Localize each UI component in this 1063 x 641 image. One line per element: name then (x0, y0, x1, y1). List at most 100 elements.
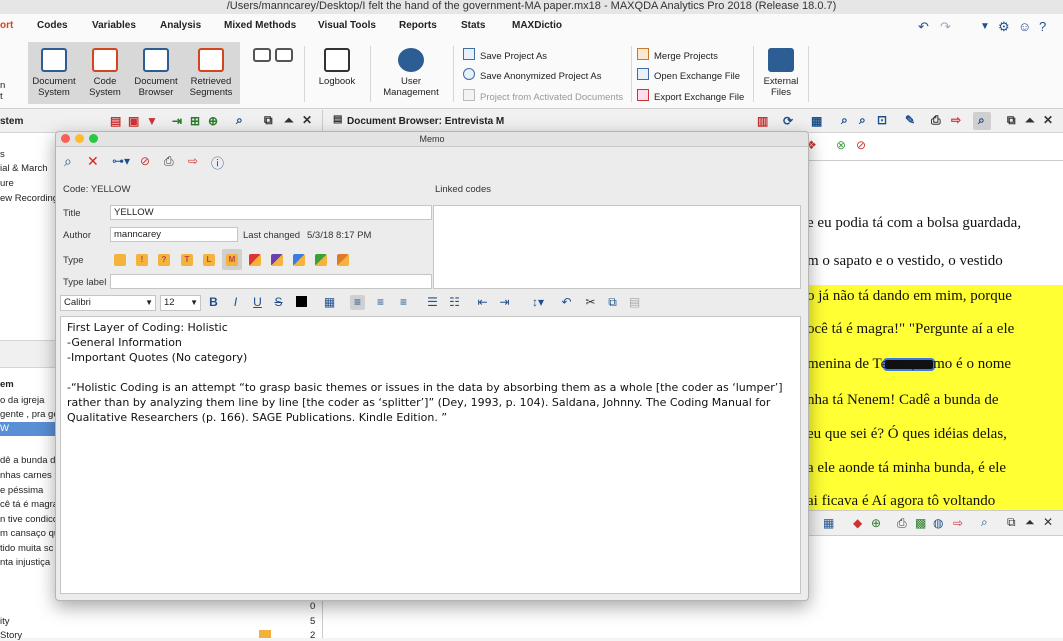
add-subcode-icon[interactable]: ⊕ (208, 114, 218, 128)
text-color-button[interactable] (294, 295, 309, 310)
edit-icon[interactable]: ✎ (905, 113, 915, 127)
maximize-icon[interactable]: ⏶ (1025, 113, 1035, 128)
close-icon[interactable]: ✕ (1043, 113, 1053, 127)
outdent-button[interactable]: ⇤ (475, 295, 490, 310)
export-icon[interactable]: ⇨ (188, 154, 198, 168)
title-field[interactable]: YELLOW (110, 205, 432, 220)
excel-icon[interactable]: ▩ (915, 516, 926, 530)
list-item[interactable]: s (0, 149, 5, 160)
print-icon[interactable]: ⎙ (931, 113, 941, 128)
zoom-window-button[interactable] (89, 134, 98, 143)
paste-icon[interactable]: ▤ (627, 295, 642, 310)
filter-icon[interactable]: ⊕ (871, 516, 881, 530)
zoom-in-icon[interactable]: ⌕ (841, 113, 848, 128)
list-item[interactable]: gente , pra ge (0, 409, 59, 420)
logbook-button[interactable]: Logbook (312, 42, 362, 104)
numbered-list-button[interactable]: ☷ (447, 295, 462, 310)
smiley-icon[interactable]: ☺ (1018, 19, 1031, 34)
zoom-fit-icon[interactable]: ⊡ (877, 113, 887, 127)
code-system-button[interactable]: Code System (80, 42, 130, 104)
memo-type-green-icon[interactable] (315, 254, 327, 266)
maximize-icon[interactable]: ⏶ (1025, 515, 1035, 530)
filter-icon[interactable]: ▼ (146, 114, 158, 128)
italic-button[interactable]: I (228, 295, 243, 310)
align-right-button[interactable]: ≡ (396, 295, 411, 310)
print-icon[interactable]: ⎙ (897, 516, 907, 531)
list-item[interactable]: ity (0, 616, 10, 627)
menu-mixed-methods[interactable]: Mixed Methods (224, 20, 296, 31)
table-icon[interactable]: ▦ (823, 516, 834, 530)
search-icon[interactable]: ⌕ (236, 113, 243, 128)
undo-icon[interactable]: ↶ (559, 295, 574, 310)
type-label-field[interactable] (110, 274, 432, 289)
export-icon[interactable]: ⇨ (951, 113, 961, 127)
layout-grid-button[interactable] (242, 42, 296, 104)
bold-button[interactable]: B (206, 295, 221, 310)
author-field[interactable]: manncarey (110, 227, 238, 242)
list-item[interactable]: dê a bunda de (0, 455, 61, 466)
web-icon[interactable]: ◍ (933, 516, 943, 530)
info-icon[interactable]: ⓘ (211, 153, 224, 172)
link-icon[interactable]: ⊗ (836, 138, 846, 152)
list-item[interactable]: m cansaço qu (0, 528, 59, 539)
add-code-icon[interactable]: ⊞ (190, 114, 200, 128)
link-dropdown-icon[interactable]: ⊶▾ (112, 154, 130, 168)
unlink-icon[interactable]: ⊘ (140, 154, 150, 168)
list-item[interactable]: ew Recording (0, 193, 58, 204)
pdf-icon[interactable]: ▥ (757, 114, 768, 128)
minimize-window-button[interactable] (75, 134, 84, 143)
memo-type-l-icon[interactable]: L (203, 254, 215, 266)
line-spacing-button[interactable]: ↕▾ (527, 295, 549, 310)
menu-import[interactable]: ort (0, 20, 13, 31)
memo-type-yellow-icon[interactable] (114, 254, 126, 266)
memo-text-editor[interactable]: First Layer of Coding: Holistic -General… (60, 316, 801, 594)
list-item[interactable]: n tive condico (0, 514, 58, 525)
bullet-list-button[interactable]: ☰ (425, 295, 440, 310)
zoom-out-icon[interactable]: ⌕ (859, 113, 866, 128)
memo-type-question-icon[interactable]: ? (158, 254, 170, 266)
import-icon[interactable]: ⇥ (172, 114, 182, 128)
list-item[interactable]: Story (0, 630, 22, 641)
chevron-down-icon[interactable]: ▼ (980, 21, 990, 32)
export-icon[interactable]: ⇨ (953, 516, 963, 530)
menu-codes[interactable]: Codes (37, 20, 68, 31)
code-icon[interactable]: ◆ (853, 516, 862, 530)
maximize-icon[interactable]: ⏶ (284, 113, 294, 128)
list-item[interactable]: nhas carnes (0, 470, 52, 481)
copy-icon[interactable]: ⧉ (605, 295, 620, 310)
undock-icon[interactable]: ⧉ (1007, 113, 1016, 128)
strikethrough-button[interactable]: S (271, 295, 286, 310)
refresh-icon[interactable]: ⟳ (783, 114, 793, 128)
list-item[interactable]: ure (0, 178, 14, 189)
menu-maxdictio[interactable]: MAXDictio (512, 20, 562, 31)
open-exchange-file-button[interactable]: Open Exchange File (637, 68, 740, 82)
gear-icon[interactable]: ⚙ (998, 19, 1010, 35)
undock-icon[interactable]: ⧉ (264, 113, 273, 128)
user-management-button[interactable]: User Management (376, 42, 446, 104)
new-doc-icon[interactable]: ▤ (110, 114, 121, 128)
close-window-button[interactable] (61, 134, 70, 143)
save-project-as-button[interactable]: Save Project As (463, 48, 547, 62)
memo-type-purple-icon[interactable] (271, 254, 283, 266)
menu-analysis[interactable]: Analysis (160, 20, 201, 31)
unlink-icon[interactable]: ⊘ (856, 138, 866, 152)
search-icon[interactable]: ⌕ (64, 153, 72, 170)
list-item[interactable]: cê tá é magra (0, 499, 58, 510)
memo-type-t-icon[interactable]: T (181, 254, 193, 266)
align-center-button[interactable]: ≡ (373, 295, 388, 310)
menu-visual-tools[interactable]: Visual Tools (318, 20, 376, 31)
close-icon[interactable]: ✕ (1043, 515, 1053, 529)
project-from-activated-button[interactable]: Project from Activated Documents (463, 89, 623, 103)
memo-type-red-icon[interactable] (249, 254, 261, 266)
print-icon[interactable]: ⎙ (164, 154, 174, 169)
menu-stats[interactable]: Stats (461, 20, 485, 31)
linked-codes-list[interactable] (433, 205, 801, 289)
underline-button[interactable]: U (250, 295, 265, 310)
grid-icon[interactable]: ▦ (811, 114, 822, 128)
undo-icon[interactable]: ↶ (918, 19, 929, 35)
memo-type-blue-icon[interactable] (293, 254, 305, 266)
insert-table-icon[interactable]: ▦ (322, 295, 337, 310)
menu-variables[interactable]: Variables (92, 20, 136, 31)
memo-type-orange-icon[interactable] (337, 254, 349, 266)
document-browser-button[interactable]: Document Browser (130, 42, 182, 104)
